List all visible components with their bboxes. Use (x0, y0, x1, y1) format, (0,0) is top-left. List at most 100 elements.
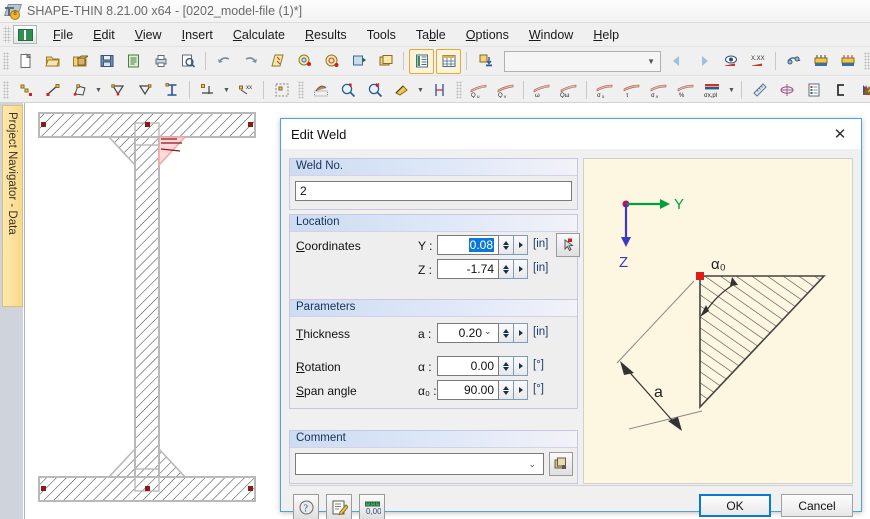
menu-file[interactable]: File (43, 25, 83, 45)
result-values-icon[interactable]: X.XX (745, 49, 770, 74)
open-example-icon[interactable] (67, 49, 92, 74)
y-spinner[interactable] (499, 235, 514, 255)
menu-calculate[interactable]: Calculate (223, 25, 295, 45)
z-input[interactable]: -1.74 (437, 259, 499, 279)
close-icon[interactable]: ✕ (819, 120, 861, 149)
menubar-grip[interactable] (3, 26, 11, 43)
save-icon[interactable] (94, 49, 119, 74)
thickness-dropdown-icon[interactable]: ⌄ (484, 326, 492, 337)
toolbar-grip-2[interactable] (864, 52, 870, 70)
chevron-down-icon[interactable]: ▼ (221, 79, 232, 102)
z-spinner-more[interactable] (514, 259, 528, 279)
redo-icon[interactable] (238, 49, 263, 74)
save-all-icon[interactable] (121, 49, 146, 74)
new-line-icon[interactable] (40, 78, 65, 103)
menu-edit[interactable]: Edit (83, 25, 125, 45)
y-input[interactable]: 0.08 (437, 235, 499, 255)
download-icon[interactable] (472, 49, 497, 74)
chevron-down-icon[interactable]: ▼ (415, 79, 426, 102)
new-window-icon[interactable] (373, 49, 398, 74)
rotation-spinner-more[interactable] (514, 356, 528, 376)
menu-insert[interactable]: Insert (172, 25, 223, 45)
loading-icon[interactable] (781, 49, 806, 74)
comment-combo[interactable]: ⌄ (295, 453, 544, 475)
result-percent-icon[interactable]: % (673, 78, 698, 103)
ok-button[interactable]: OK (699, 494, 771, 517)
chevron-down-icon[interactable]: ▼ (726, 79, 737, 102)
new-load-icon[interactable]: xx (233, 78, 258, 103)
toolbar-grip-3[interactable] (3, 81, 9, 99)
show-results-icon[interactable] (718, 49, 743, 74)
new-stiffener-icon[interactable] (269, 78, 294, 103)
toolbar-grip-4[interactable] (298, 81, 304, 99)
menu-window[interactable]: Window (519, 25, 583, 45)
dimension-icon[interactable] (427, 78, 452, 103)
new-node-icon[interactable] (13, 78, 38, 103)
render-icon[interactable] (319, 49, 344, 74)
mdi-system-icon[interactable] (13, 25, 37, 44)
result-sigma-x-pl-icon[interactable]: σx,pl (700, 78, 725, 103)
ruler-icon[interactable] (747, 78, 772, 103)
rotation-spinner[interactable] (499, 356, 514, 376)
new-file-icon[interactable] (13, 49, 38, 74)
result-Qv-icon[interactable]: Qv (493, 78, 518, 103)
fill-icon[interactable] (389, 78, 414, 103)
weld-no-input[interactable]: 2 (295, 181, 572, 201)
span-angle-input[interactable]: 90.00 (437, 380, 499, 400)
thickness-spinner-more[interactable] (514, 323, 528, 343)
load-cases-icon[interactable] (808, 49, 833, 74)
weld-icon[interactable] (308, 78, 333, 103)
new-element-tapered-icon[interactable] (132, 78, 157, 103)
new-profile-icon[interactable] (159, 78, 184, 103)
toolbar-selection-combo[interactable]: ▼ (504, 50, 661, 72)
undo-icon[interactable] (211, 49, 236, 74)
units-icon[interactable]: 0,00 (359, 494, 385, 519)
menu-options[interactable]: Options (456, 25, 519, 45)
new-polygon-icon[interactable] (67, 78, 92, 103)
show-tables-icon[interactable] (409, 48, 434, 74)
rotation-input[interactable]: 0.00 (437, 356, 499, 376)
span-angle-spinner-more[interactable] (514, 380, 528, 400)
new-support-icon[interactable] (195, 78, 220, 103)
back-icon[interactable] (664, 49, 689, 74)
result-tau-icon[interactable]: τ (619, 78, 644, 103)
import-dxf-icon[interactable] (346, 49, 371, 74)
report-icon[interactable] (801, 78, 826, 103)
z-spinner[interactable] (499, 259, 514, 279)
section-properties-icon[interactable] (265, 49, 290, 74)
result-omega-icon[interactable]: ω (529, 78, 554, 103)
result-sigma-v-icon[interactable]: σv (646, 78, 671, 103)
comment-library-icon[interactable] (549, 452, 573, 476)
cancel-button[interactable]: Cancel (781, 494, 853, 517)
project-navigator-tab[interactable]: Project Navigator - Data (2, 105, 23, 307)
menu-view[interactable]: View (125, 25, 172, 45)
print-preview-icon[interactable] (175, 49, 200, 74)
toolbar-grip-5[interactable] (456, 81, 462, 99)
result-sigma-x-icon[interactable]: σx (592, 78, 617, 103)
center-of-gravity-icon[interactable] (774, 78, 799, 103)
zoom-in-icon[interactable] (335, 78, 360, 103)
zoom-out-icon[interactable] (362, 78, 387, 103)
load-combinations-icon[interactable] (835, 49, 860, 74)
edit-note-icon[interactable] (326, 494, 352, 519)
select-visibility-icon[interactable] (292, 49, 317, 74)
pick-point-icon[interactable] (556, 233, 580, 257)
y-spinner-more[interactable] (514, 235, 528, 255)
show-grid-table-icon[interactable] (436, 48, 461, 74)
menu-tools[interactable]: Tools (357, 25, 406, 45)
chevron-down-icon[interactable]: ▼ (93, 79, 104, 102)
menu-results[interactable]: Results (295, 25, 357, 45)
menu-help[interactable]: Help (583, 25, 629, 45)
new-element-icon[interactable] (105, 78, 130, 103)
print-icon[interactable] (148, 49, 173, 74)
result-Qomega-icon[interactable]: Qω (556, 78, 581, 103)
section-shape-icon[interactable] (828, 78, 853, 103)
span-angle-spinner[interactable] (499, 380, 514, 400)
result-Qu-icon[interactable]: Qu (466, 78, 491, 103)
open-file-icon[interactable] (40, 49, 65, 74)
thickness-spinner[interactable] (499, 323, 514, 343)
forward-icon[interactable] (691, 49, 716, 74)
toolbar-grip-1[interactable] (3, 52, 9, 70)
help-icon[interactable]: ? (293, 494, 319, 519)
menu-table[interactable]: Table (406, 25, 456, 45)
